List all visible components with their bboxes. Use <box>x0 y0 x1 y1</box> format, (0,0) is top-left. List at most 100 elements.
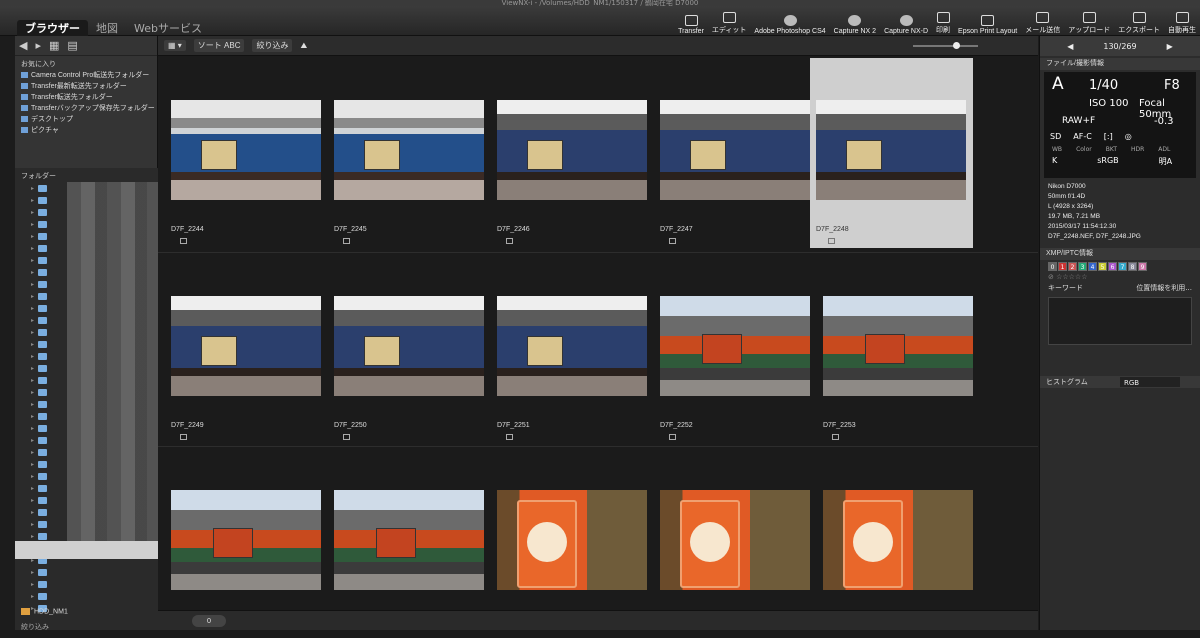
thumbnail-image[interactable] <box>334 296 484 396</box>
thumbnail-cell[interactable]: D7F_2251 <box>484 254 647 444</box>
disclosure-triangle-icon[interactable]: ▸ <box>31 281 34 288</box>
label-chip[interactable]: 4 <box>1088 262 1097 271</box>
back-arrow-icon[interactable]: ◀ <box>19 39 27 52</box>
label-chip[interactable]: 5 <box>1098 262 1107 271</box>
favorite-item[interactable]: Camera Control Pro転送先フォルダー <box>15 70 157 81</box>
thumbnail-cell[interactable]: D7F_2245 <box>321 58 484 248</box>
folder-row[interactable]: ▸ <box>15 590 158 602</box>
label-chip[interactable]: 6 <box>1108 262 1117 271</box>
thumbnail-image[interactable] <box>334 100 484 200</box>
disclosure-triangle-icon[interactable]: ▸ <box>31 293 34 300</box>
slider-knob[interactable] <box>953 42 960 49</box>
selected-folder[interactable] <box>15 541 158 559</box>
disclosure-triangle-icon[interactable]: ▸ <box>31 461 34 468</box>
thumbnail-image[interactable] <box>816 100 966 200</box>
thumbnail-cell[interactable]: D7F_2246 <box>484 58 647 248</box>
disclosure-triangle-icon[interactable]: ▸ <box>31 305 34 312</box>
favorite-item[interactable]: Transferバックアップ保存先フォルダー <box>15 103 157 114</box>
disclosure-triangle-icon[interactable]: ▸ <box>31 533 34 540</box>
sort-dropdown[interactable]: ソート ABC <box>193 39 245 52</box>
favorites-header[interactable]: お気に入り <box>15 58 157 70</box>
export-button[interactable]: エクスポート <box>1114 9 1164 35</box>
disclosure-triangle-icon[interactable]: ▸ <box>31 485 34 492</box>
disclosure-triangle-icon[interactable]: ▸ <box>31 593 34 600</box>
next-arrow-icon[interactable]: ▶ <box>1167 42 1173 51</box>
disclosure-triangle-icon[interactable]: ▸ <box>31 329 34 336</box>
mail-button[interactable]: メール送信 <box>1021 9 1064 35</box>
keyword-hint[interactable]: 位置情報を利用... <box>1136 283 1192 293</box>
favorite-item[interactable]: ピクチャ <box>15 125 157 136</box>
label-chip[interactable]: 9 <box>1138 262 1147 271</box>
disclosure-triangle-icon[interactable]: ▸ <box>31 245 34 252</box>
thumbnail-image[interactable] <box>660 100 810 200</box>
disclosure-triangle-icon[interactable]: ▸ <box>31 389 34 396</box>
photoshop-button[interactable]: Adobe Photoshop CS4 <box>750 9 829 35</box>
label-chip[interactable]: 0 <box>1048 262 1057 271</box>
favorite-item[interactable]: Transfer最新転送先フォルダー <box>15 81 157 92</box>
disclosure-triangle-icon[interactable]: ▸ <box>31 197 34 204</box>
thumbnail-image[interactable] <box>334 490 484 590</box>
filter-dropdown[interactable]: 絞り込み <box>252 39 293 52</box>
folder-tree[interactable]: フォルダー ▸ ▸ ▸ ▸ ▸ ▸ ▸ ▸ ▸ ▸ ▸ ▸ ▸ ▸ ▸ ▸ ▸ ▸ ▸ ▸ ▸ ▸ ▸ ▸ ▸ ▸ ▸ ▸ ▸ ▸ ▸ ▸ ▸ ▸… <box>15 168 167 631</box>
disclosure-triangle-icon[interactable]: ▸ <box>31 209 34 216</box>
label-chip[interactable]: 7 <box>1118 262 1127 271</box>
disclosure-triangle-icon[interactable]: ▸ <box>31 413 34 420</box>
thumbnail-cell[interactable]: D7F_2252 <box>647 254 810 444</box>
thumbnail-cell[interactable]: D7F_2247 <box>647 58 810 248</box>
thumbnail-image[interactable] <box>171 490 321 590</box>
disclosure-triangle-icon[interactable]: ▸ <box>31 425 34 432</box>
thumbnail-cell[interactable]: D7F_2249 <box>158 254 321 444</box>
edit-button[interactable]: エディット <box>708 9 751 35</box>
thumbnail-image[interactable] <box>660 296 810 396</box>
grid-view-icon[interactable]: ▦ ▾ <box>164 40 186 51</box>
disclosure-triangle-icon[interactable]: ▸ <box>31 473 34 480</box>
folder-add-icon[interactable]: ▦ <box>49 39 59 52</box>
rating-stars[interactable]: ⊘ ☆☆☆☆☆ <box>1040 273 1200 281</box>
disclosure-triangle-icon[interactable]: ▸ <box>31 401 34 408</box>
disclosure-triangle-icon[interactable]: ▸ <box>31 449 34 456</box>
keyword-box[interactable] <box>1048 297 1192 345</box>
disclosure-triangle-icon[interactable]: ▸ <box>31 509 34 516</box>
disclosure-triangle-icon[interactable]: ▸ <box>31 257 34 264</box>
folder-row[interactable]: ▸ <box>15 566 158 578</box>
previous-arrow-icon[interactable]: ◀ <box>1067 42 1073 51</box>
disclosure-triangle-icon[interactable]: ▸ <box>31 437 34 444</box>
thumbnail-image[interactable] <box>171 100 321 200</box>
folder-row[interactable]: ▸ <box>15 578 158 590</box>
disclosure-triangle-icon[interactable]: ▸ <box>31 317 34 324</box>
thumbnail-image[interactable] <box>497 490 647 590</box>
thumbnail-image[interactable] <box>497 296 647 396</box>
thumbnail-image[interactable] <box>497 100 647 200</box>
thumbnail-cell[interactable]: D7F_2250 <box>321 254 484 444</box>
thumbnail-cell[interactable]: D7F_2244 <box>158 58 321 248</box>
disclosure-triangle-icon[interactable]: ▸ <box>31 269 34 276</box>
transfer-button[interactable]: Transfer <box>674 9 708 35</box>
disclosure-triangle-icon[interactable]: ▸ <box>31 497 34 504</box>
disclosure-triangle-icon[interactable]: ▸ <box>31 581 34 588</box>
disclosure-triangle-icon[interactable]: ▸ <box>31 221 34 228</box>
filter-footer[interactable]: 絞り込み <box>21 622 49 631</box>
mountain-icon[interactable]: ⛰ <box>300 41 307 51</box>
disclosure-triangle-icon[interactable]: ▸ <box>31 353 34 360</box>
disclosure-triangle-icon[interactable]: ▸ <box>31 185 34 192</box>
favorite-item[interactable]: デスクトップ <box>15 114 157 125</box>
label-chip[interactable]: 3 <box>1078 262 1087 271</box>
thumbnail-image[interactable] <box>823 296 973 396</box>
folders-header[interactable]: フォルダー <box>15 170 158 182</box>
label-chip[interactable]: 1 <box>1058 262 1067 271</box>
hdd-folder[interactable]: HDD_NM1 <box>21 608 68 615</box>
thumbnail-cell[interactable]: D7F_2248 <box>810 58 973 248</box>
thumbnail-image[interactable] <box>823 490 973 590</box>
slideshow-button[interactable]: 自動再生 <box>1164 9 1200 35</box>
favorite-menu-icon[interactable]: ▤ <box>67 39 77 52</box>
label-chip[interactable]: 8 <box>1128 262 1137 271</box>
favorite-item[interactable]: Transfer転送先フォルダー <box>15 92 157 103</box>
disclosure-triangle-icon[interactable]: ▸ <box>31 569 34 576</box>
thumbnail-image[interactable] <box>660 490 810 590</box>
disclosure-triangle-icon[interactable]: ▸ <box>31 377 34 384</box>
disclosure-triangle-icon[interactable]: ▸ <box>31 341 34 348</box>
capture-nxd-button[interactable]: Capture NX-D <box>880 9 932 35</box>
label-chip[interactable]: 2 <box>1068 262 1077 271</box>
epson-print-layout-button[interactable]: Epson Print Layout <box>954 9 1021 35</box>
thumbnail-cell[interactable]: D7F_2253 <box>810 254 973 444</box>
